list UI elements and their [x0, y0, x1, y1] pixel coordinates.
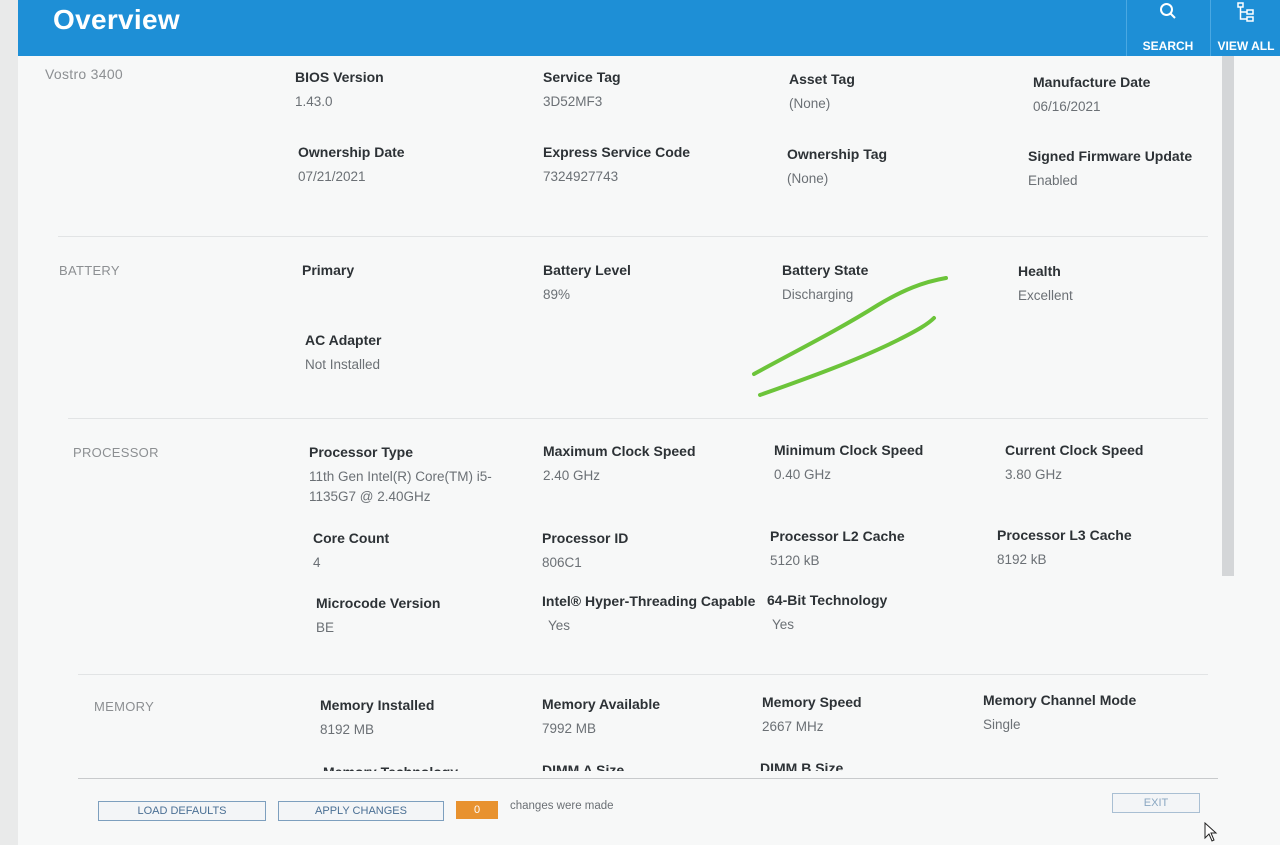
- field-core-count: Core Count 4: [313, 530, 390, 570]
- field-battery-level: Battery Level 89%: [543, 262, 631, 302]
- changes-text: changes were made: [510, 800, 614, 812]
- field-64-bit-technology: 64-Bit Technology Yes: [767, 592, 888, 632]
- system-model: Vostro 3400: [45, 66, 124, 82]
- page-title: Overview: [53, 4, 180, 35]
- field-maximum-clock-speed: Maximum Clock Speed 2.40 GHz: [543, 443, 696, 483]
- field-memory-available: Memory Available 7992 MB: [542, 696, 661, 736]
- header-bar: Overview SEARCH VIEW ALL: [18, 0, 1280, 56]
- field-dimm-a-size: DIMM A Size: [542, 762, 625, 771]
- field-health: Health Excellent: [1018, 263, 1073, 303]
- field-memory-speed: Memory Speed 2667 MHz: [762, 694, 862, 734]
- field-express-service-code: Express Service Code 7324927743: [543, 144, 691, 184]
- search-icon: [1160, 3, 1176, 19]
- section-memory: MEMORY: [94, 699, 155, 714]
- section-battery: BATTERY: [59, 263, 120, 278]
- field-minimum-clock-speed: Minimum Clock Speed 0.40 GHz: [774, 442, 924, 482]
- field-current-clock-speed: Current Clock Speed 3.80 GHz: [1005, 442, 1144, 482]
- field-ownership-date: Ownership Date 07/21/2021: [298, 144, 405, 184]
- field-microcode-version: Microcode Version BE: [316, 595, 441, 635]
- field-processor-l3-cache: Processor L3 Cache 8192 kB: [997, 527, 1132, 567]
- field-battery-state: Battery State Discharging: [782, 262, 869, 302]
- field-service-tag: Service Tag 3D52MF3: [543, 69, 621, 109]
- search-label: SEARCH: [1142, 39, 1194, 53]
- divider: [58, 236, 1208, 237]
- scrollbar[interactable]: [1222, 56, 1234, 576]
- field-ac-adapter: AC Adapter Not Installed: [305, 332, 382, 372]
- exit-button[interactable]: EXIT: [1112, 793, 1200, 813]
- field-signed-firmware-update: Signed Firmware Update Enabled: [1028, 148, 1193, 188]
- field-memory-channel-mode: Memory Channel Mode Single: [983, 692, 1137, 732]
- field-asset-tag: Asset Tag (None): [789, 71, 855, 111]
- field-memory-installed: Memory Installed 8192 MB: [320, 697, 435, 737]
- changes-count-badge: 0: [456, 801, 498, 819]
- section-processor: PROCESSOR: [73, 445, 159, 460]
- load-defaults-button[interactable]: LOAD DEFAULTS: [98, 801, 266, 821]
- mouse-pointer-icon: [1204, 822, 1218, 842]
- field-manufacture-date: Manufacture Date 06/16/2021: [1033, 74, 1151, 114]
- field-primary: Primary: [302, 262, 355, 278]
- divider: [68, 418, 1208, 419]
- overview-content: Vostro 3400 BIOS Version 1.43.0 Service …: [18, 56, 1222, 771]
- view-all-button[interactable]: VIEW ALL: [1210, 0, 1280, 56]
- footer-divider: [78, 778, 1218, 779]
- field-processor-l2-cache: Processor L2 Cache 5120 kB: [770, 528, 905, 568]
- divider: [78, 674, 1208, 675]
- list-tree-icon: [1237, 2, 1254, 22]
- field-bios-version: BIOS Version 1.43.0: [295, 69, 384, 109]
- view-all-label: VIEW ALL: [1217, 39, 1275, 53]
- apply-changes-button[interactable]: APPLY CHANGES: [278, 801, 444, 821]
- field-processor-id: Processor ID 806C1: [542, 530, 629, 570]
- field-processor-type: Processor Type 11th Gen Intel(R) Core(TM…: [309, 444, 492, 504]
- field-dimm-b-size: DIMM B Size: [760, 760, 844, 771]
- field-ownership-tag: Ownership Tag (None): [787, 146, 888, 186]
- search-button[interactable]: SEARCH: [1126, 0, 1209, 56]
- field-memory-technology: Memory Technology: [323, 764, 458, 771]
- field-hyper-threading: Intel® Hyper-Threading Capable Yes: [542, 593, 756, 633]
- bios-screen: Overview SEARCH VIEW ALL Vostro 3400 BIO…: [18, 0, 1280, 845]
